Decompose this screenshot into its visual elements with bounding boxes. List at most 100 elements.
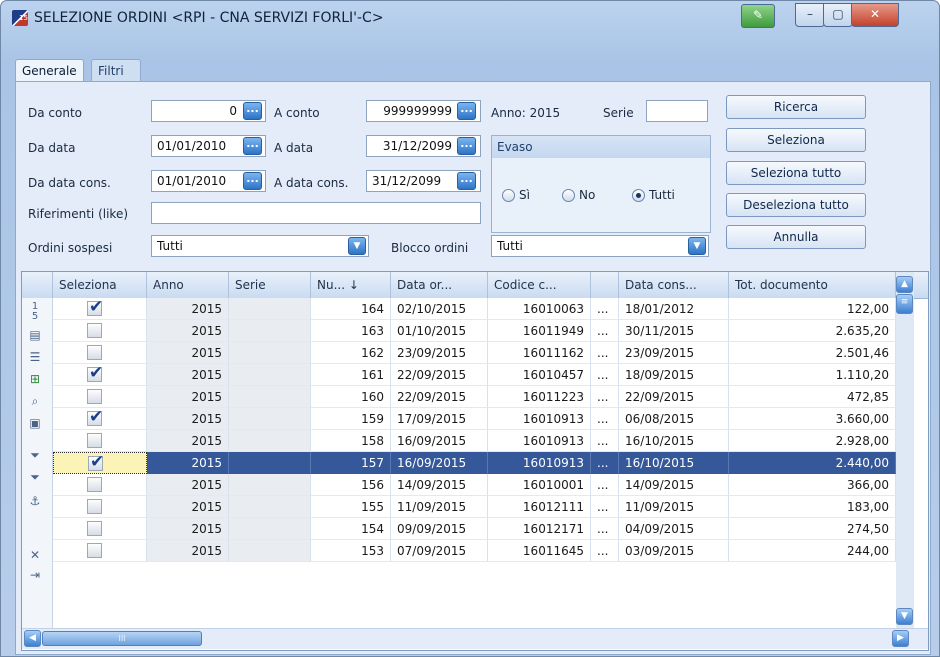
vertical-scrollbar[interactable]: ▲ ≡ ▼ xyxy=(896,272,914,630)
filter-icon[interactable]: ⏷ xyxy=(28,448,42,463)
selection-cell[interactable] xyxy=(53,342,147,364)
riferimenti-field[interactable] xyxy=(151,202,481,224)
cell-codice: 16011949 xyxy=(488,320,591,342)
checkbox-icon[interactable] xyxy=(87,543,102,558)
orders-grid[interactable]: Seleziona Anno Serie Nu... ↓ Data or... … xyxy=(21,271,929,651)
header-data-ordine[interactable]: Data or... xyxy=(391,272,488,298)
maximize-button[interactable]: ▢ xyxy=(823,3,853,27)
height-icon[interactable]: ⇥ xyxy=(28,568,42,582)
da-data-calendar-button[interactable]: ... xyxy=(243,137,262,155)
tab-filtri-estesi[interactable]: Filtri Estesi xyxy=(91,59,141,100)
selection-cell[interactable] xyxy=(53,430,147,452)
selection-cell[interactable] xyxy=(53,298,147,320)
da-data-cons-calendar-button[interactable]: ... xyxy=(243,172,262,190)
selection-cell[interactable] xyxy=(53,320,147,342)
selection-cell[interactable] xyxy=(53,518,147,540)
checked-checkbox-icon[interactable] xyxy=(87,408,103,428)
cell-data-cons: 11/09/2015 xyxy=(619,496,729,518)
cell-codice: 16011645 xyxy=(488,540,591,562)
edit-icon[interactable]: ✎ xyxy=(741,4,775,28)
horizontal-scrollbar[interactable]: ◀ III ▶ xyxy=(22,628,928,649)
a-data-calendar-button[interactable]: ... xyxy=(457,137,476,155)
table-row[interactable]: 2015 154 09/09/2015 16012171... 04/09/2015 27… xyxy=(53,518,896,540)
evaso-radio-si[interactable]: Sì xyxy=(502,188,530,202)
filter-clear-icon[interactable]: ⏷ xyxy=(28,470,42,485)
table-row[interactable]: 2015 163 01/10/2015 16011949... 30/11/2015 2.… xyxy=(53,320,896,342)
header-data-cons[interactable]: Data cons... xyxy=(619,272,729,298)
seleziona-tutto-button[interactable]: Seleziona tutto xyxy=(726,161,866,185)
cell-serie xyxy=(229,452,311,474)
close-button[interactable]: ✕ xyxy=(851,3,899,27)
selection-cell[interactable] xyxy=(53,386,147,408)
checkbox-icon[interactable] xyxy=(87,433,102,448)
table-row[interactable]: 2015 160 22/09/2015 16011223... 22/09/2015 47… xyxy=(53,386,896,408)
checked-checkbox-icon[interactable] xyxy=(88,453,104,473)
export-icon[interactable]: ▤ xyxy=(28,328,42,342)
table-row[interactable]: 2015 155 11/09/2015 16012111... 11/09/2015 18… xyxy=(53,496,896,518)
blocco-ordini-dropdown-icon[interactable]: ▼ xyxy=(688,237,706,255)
checked-checkbox-icon[interactable] xyxy=(87,298,103,318)
header-anno[interactable]: Anno xyxy=(147,272,229,298)
checkbox-icon[interactable] xyxy=(87,477,102,492)
scroll-right-icon[interactable]: ▶ xyxy=(892,630,909,647)
serie-field[interactable] xyxy=(646,100,708,122)
horizontal-scroll-thumb[interactable]: III xyxy=(42,631,202,646)
title-bar: 15 SELEZIONE ORDINI <RPI - CNA SERVIZI F… xyxy=(1,1,939,35)
selection-cell[interactable] xyxy=(53,540,147,562)
table-row[interactable]: 2015 16402/10/201516010063...18/01/201212… xyxy=(53,298,896,320)
table-row[interactable]: 2015 15917/09/201516010913...06/08/20153.… xyxy=(53,408,896,430)
cell-codice: 16010063 xyxy=(488,298,591,320)
annulla-button[interactable]: Annulla xyxy=(726,225,866,249)
ordini-sospesi-dropdown-icon[interactable]: ▼ xyxy=(348,237,366,255)
da-conto-lookup-button[interactable]: ... xyxy=(243,102,262,120)
minimize-button[interactable]: – xyxy=(795,3,825,27)
cell-anno: 2015 xyxy=(147,540,229,562)
a-data-cons-calendar-button[interactable]: ... xyxy=(457,172,476,190)
header-serie[interactable]: Serie xyxy=(229,272,311,298)
deseleziona-tutto-button[interactable]: Deseleziona tutto xyxy=(726,193,866,217)
table-row[interactable]: 2015 158 16/09/2015 16010913... 16/10/2015 2.… xyxy=(53,430,896,452)
header-totale[interactable]: Tot. documento xyxy=(729,272,896,298)
scroll-left-icon[interactable]: ◀ xyxy=(24,630,41,647)
checkbox-icon[interactable] xyxy=(87,521,102,536)
radio-tutti-icon xyxy=(632,189,645,202)
header-numero[interactable]: Nu... ↓ xyxy=(311,272,391,298)
selection-cell[interactable] xyxy=(53,452,147,474)
header-codice[interactable]: Codice c... xyxy=(488,272,591,298)
checkbox-icon[interactable] xyxy=(87,345,102,360)
table-row[interactable]: 2015 153 07/09/2015 16011645... 03/09/2015 24… xyxy=(53,540,896,562)
table-row[interactable]: 2015 162 23/09/2015 16011162... 23/09/2015 2.… xyxy=(53,342,896,364)
table-row[interactable]: 2015 15716/09/201516010913...16/10/20152.… xyxy=(53,452,896,474)
table-row[interactable]: 2015 156 14/09/2015 16010001... 14/09/2015 36… xyxy=(53,474,896,496)
checked-checkbox-icon[interactable] xyxy=(87,364,103,384)
selection-cell[interactable] xyxy=(53,474,147,496)
a-conto-lookup-button[interactable]: ... xyxy=(457,102,476,120)
selection-cell[interactable] xyxy=(53,496,147,518)
evaso-radio-no[interactable]: No xyxy=(562,188,595,202)
checkbox-icon[interactable] xyxy=(87,499,102,514)
seleziona-button[interactable]: Seleziona xyxy=(726,128,866,152)
anchor-icon[interactable]: ⚓ xyxy=(28,494,42,508)
header-seleziona[interactable]: Seleziona xyxy=(53,272,147,298)
checkbox-icon[interactable] xyxy=(87,389,102,404)
cell-data-ordine: 02/10/2015 xyxy=(391,298,488,320)
vertical-scroll-thumb[interactable]: ≡ xyxy=(896,294,913,314)
remove-icon[interactable]: ✕ xyxy=(28,548,42,562)
search-icon[interactable]: ⌕ xyxy=(28,394,42,409)
view-icon[interactable]: ▣ xyxy=(28,416,42,430)
selection-cell[interactable] xyxy=(53,408,147,430)
checkbox-icon[interactable] xyxy=(87,323,102,338)
ordini-sospesi-select[interactable]: Tutti xyxy=(151,235,369,257)
scroll-down-icon[interactable]: ▼ xyxy=(896,608,913,625)
tab-generale[interactable]: Generale xyxy=(15,59,84,83)
list-icon[interactable]: ☰ xyxy=(28,350,42,364)
selection-cell[interactable] xyxy=(53,364,147,386)
scroll-up-icon[interactable]: ▲ xyxy=(896,276,913,293)
add-icon[interactable]: ⊞ xyxy=(28,372,42,386)
ricerca-button[interactable]: Ricerca xyxy=(726,95,866,119)
evaso-radio-tutti[interactable]: Tutti xyxy=(632,188,675,202)
window-title: SELEZIONE ORDINI <RPI - CNA SERVIZI FORL… xyxy=(34,10,384,26)
header-more[interactable] xyxy=(591,272,619,298)
blocco-ordini-select[interactable]: Tutti xyxy=(491,235,709,257)
table-row[interactable]: 2015 16122/09/201516010457...18/09/20151.… xyxy=(53,364,896,386)
